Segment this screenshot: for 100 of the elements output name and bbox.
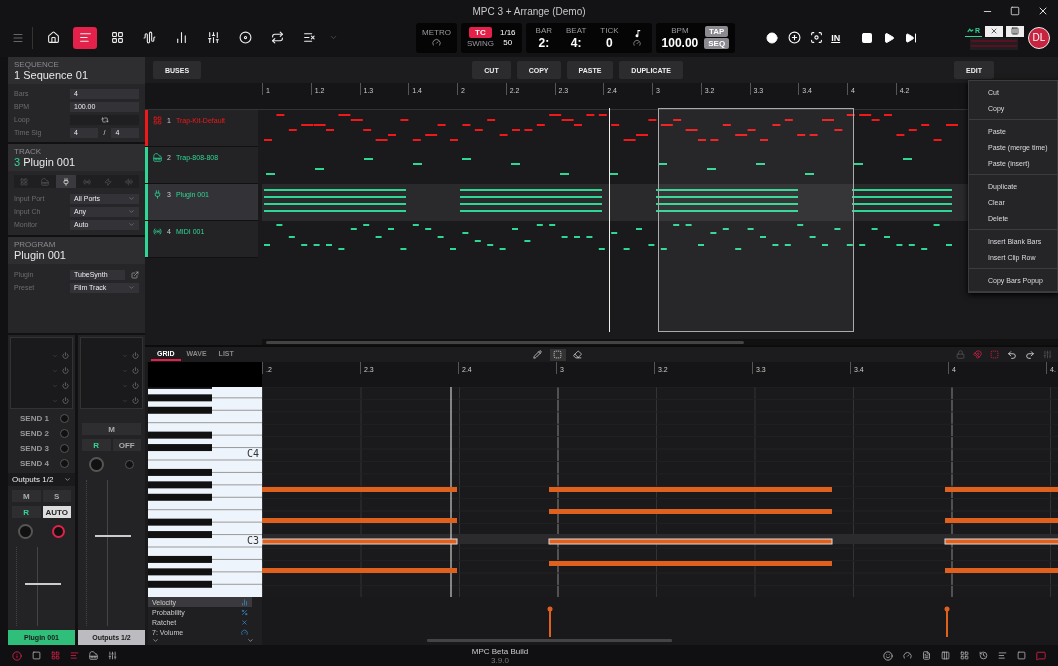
power-icon: [132, 397, 139, 404]
percent-icon: [241, 608, 248, 616]
smiley-icon: [883, 650, 893, 661]
midi-icon: [153, 227, 162, 236]
mute-button[interactable]: M: [12, 490, 41, 502]
read-button[interactable]: R: [82, 439, 111, 451]
lock-icon: [956, 350, 965, 359]
plug-icon: [153, 190, 162, 199]
power-icon: [132, 367, 139, 374]
tool-button[interactable]: [549, 348, 566, 361]
tc-button[interactable]: TC: [469, 27, 492, 38]
track-name: 3 Plugin 001: [14, 156, 77, 168]
circle-plus-icon: [787, 31, 801, 44]
grid-icon: [20, 177, 29, 186]
tc-value: 1/16: [500, 28, 516, 37]
house-icon: [46, 31, 60, 44]
cross-icon: [241, 618, 248, 626]
skip-icon: [905, 31, 918, 44]
pencil-icon: [533, 350, 543, 359]
play-icon: [883, 31, 896, 44]
midi-icon: [82, 177, 91, 186]
read-button[interactable]: R: [12, 506, 41, 518]
square-icon: [32, 651, 41, 660]
automation-button[interactable]: AUTO: [42, 506, 71, 518]
bars-icon: [241, 598, 248, 606]
gauge-icon: [241, 628, 248, 636]
power-icon: [62, 382, 69, 389]
power-icon: [62, 352, 69, 359]
bpm-label: BPM: [671, 25, 689, 35]
bar-label: BAR: [535, 25, 553, 35]
menu-icon: [12, 31, 24, 44]
piano-icon: [41, 177, 50, 186]
mute-button[interactable]: M: [82, 423, 141, 435]
loop-toggle[interactable]: [70, 114, 139, 125]
caret-icon: [329, 33, 338, 42]
undo-icon: [1007, 349, 1017, 360]
bolt-icon: [103, 177, 112, 186]
fader-handle[interactable]: [25, 582, 61, 585]
disc-icon: [238, 31, 252, 44]
beat-label: BEAT: [566, 25, 587, 35]
piano-icon: [89, 651, 98, 660]
sequence-name: 1 Sequence 01: [14, 69, 89, 81]
send-label: SEND 3: [20, 444, 49, 453]
power-icon: [132, 382, 139, 389]
document-icon: [922, 651, 931, 660]
send-label: SEND 4: [20, 459, 49, 468]
bpm-value: 100.00: [661, 35, 699, 50]
maximize-icon: [1010, 6, 1020, 16]
caret-icon: [247, 637, 254, 644]
grid-icon: [153, 116, 162, 125]
gauge-icon: [903, 651, 912, 660]
level-meter: [970, 37, 1019, 50]
list-icon: [998, 651, 1007, 660]
send-label: SEND 1: [20, 414, 49, 423]
power-icon: [132, 352, 139, 359]
columns-icon: [941, 651, 950, 660]
swing-value: 50: [503, 38, 513, 47]
fader-handle[interactable]: [95, 535, 131, 538]
power-icon: [62, 397, 69, 404]
square-icon: [1017, 651, 1026, 660]
caret-icon: [152, 637, 159, 644]
loop-icon: [270, 31, 284, 44]
solo-button[interactable]: S: [42, 490, 71, 502]
beat-value: 4:: [570, 35, 582, 50]
bar-chart-icon: [174, 31, 188, 44]
section-label: SEQUENCE: [14, 60, 60, 69]
info-icon: [12, 650, 22, 661]
waveform-icon: [124, 177, 133, 186]
sliders-icon: [206, 31, 220, 44]
bars-icon: [78, 31, 92, 44]
bars-icon: [70, 651, 79, 660]
grid-icon: [51, 651, 60, 660]
sliders-icon: [108, 651, 117, 660]
pan-knob[interactable]: [17, 524, 33, 539]
output-dropdown[interactable]: Outputs 1/2: [8, 473, 75, 486]
input-button[interactable]: IN: [829, 32, 843, 43]
mode-button[interactable]: [73, 26, 97, 49]
scrollbar-thumb[interactable]: [266, 340, 744, 344]
overdub-button[interactable]: [785, 28, 804, 47]
caret-icon: [64, 476, 71, 483]
redo-icon: [1025, 349, 1035, 360]
version-label: 3.9.0: [491, 655, 509, 665]
select-icon: [553, 350, 563, 359]
monitor-button[interactable]: [985, 25, 1003, 37]
user-avatar[interactable]: DL: [1028, 26, 1050, 49]
record-arm-button[interactable]: [52, 525, 66, 538]
section-label: TRACK: [14, 147, 43, 156]
chat-icon: [1036, 650, 1046, 661]
caret-icon: [128, 284, 135, 291]
keyboard-button[interactable]: [1006, 25, 1024, 37]
stop-icon: [861, 31, 874, 44]
grid-icon: [960, 651, 969, 660]
pan-knob[interactable]: [88, 457, 104, 472]
program-name: Plugin 001: [14, 249, 67, 261]
key-label: C4: [246, 447, 259, 459]
open-window-icon: [131, 270, 139, 279]
automation-button[interactable]: OFF: [112, 439, 141, 451]
list-x-icon: [302, 31, 316, 44]
wave-icon: [966, 27, 974, 34]
tick-value: 0: [606, 35, 613, 50]
